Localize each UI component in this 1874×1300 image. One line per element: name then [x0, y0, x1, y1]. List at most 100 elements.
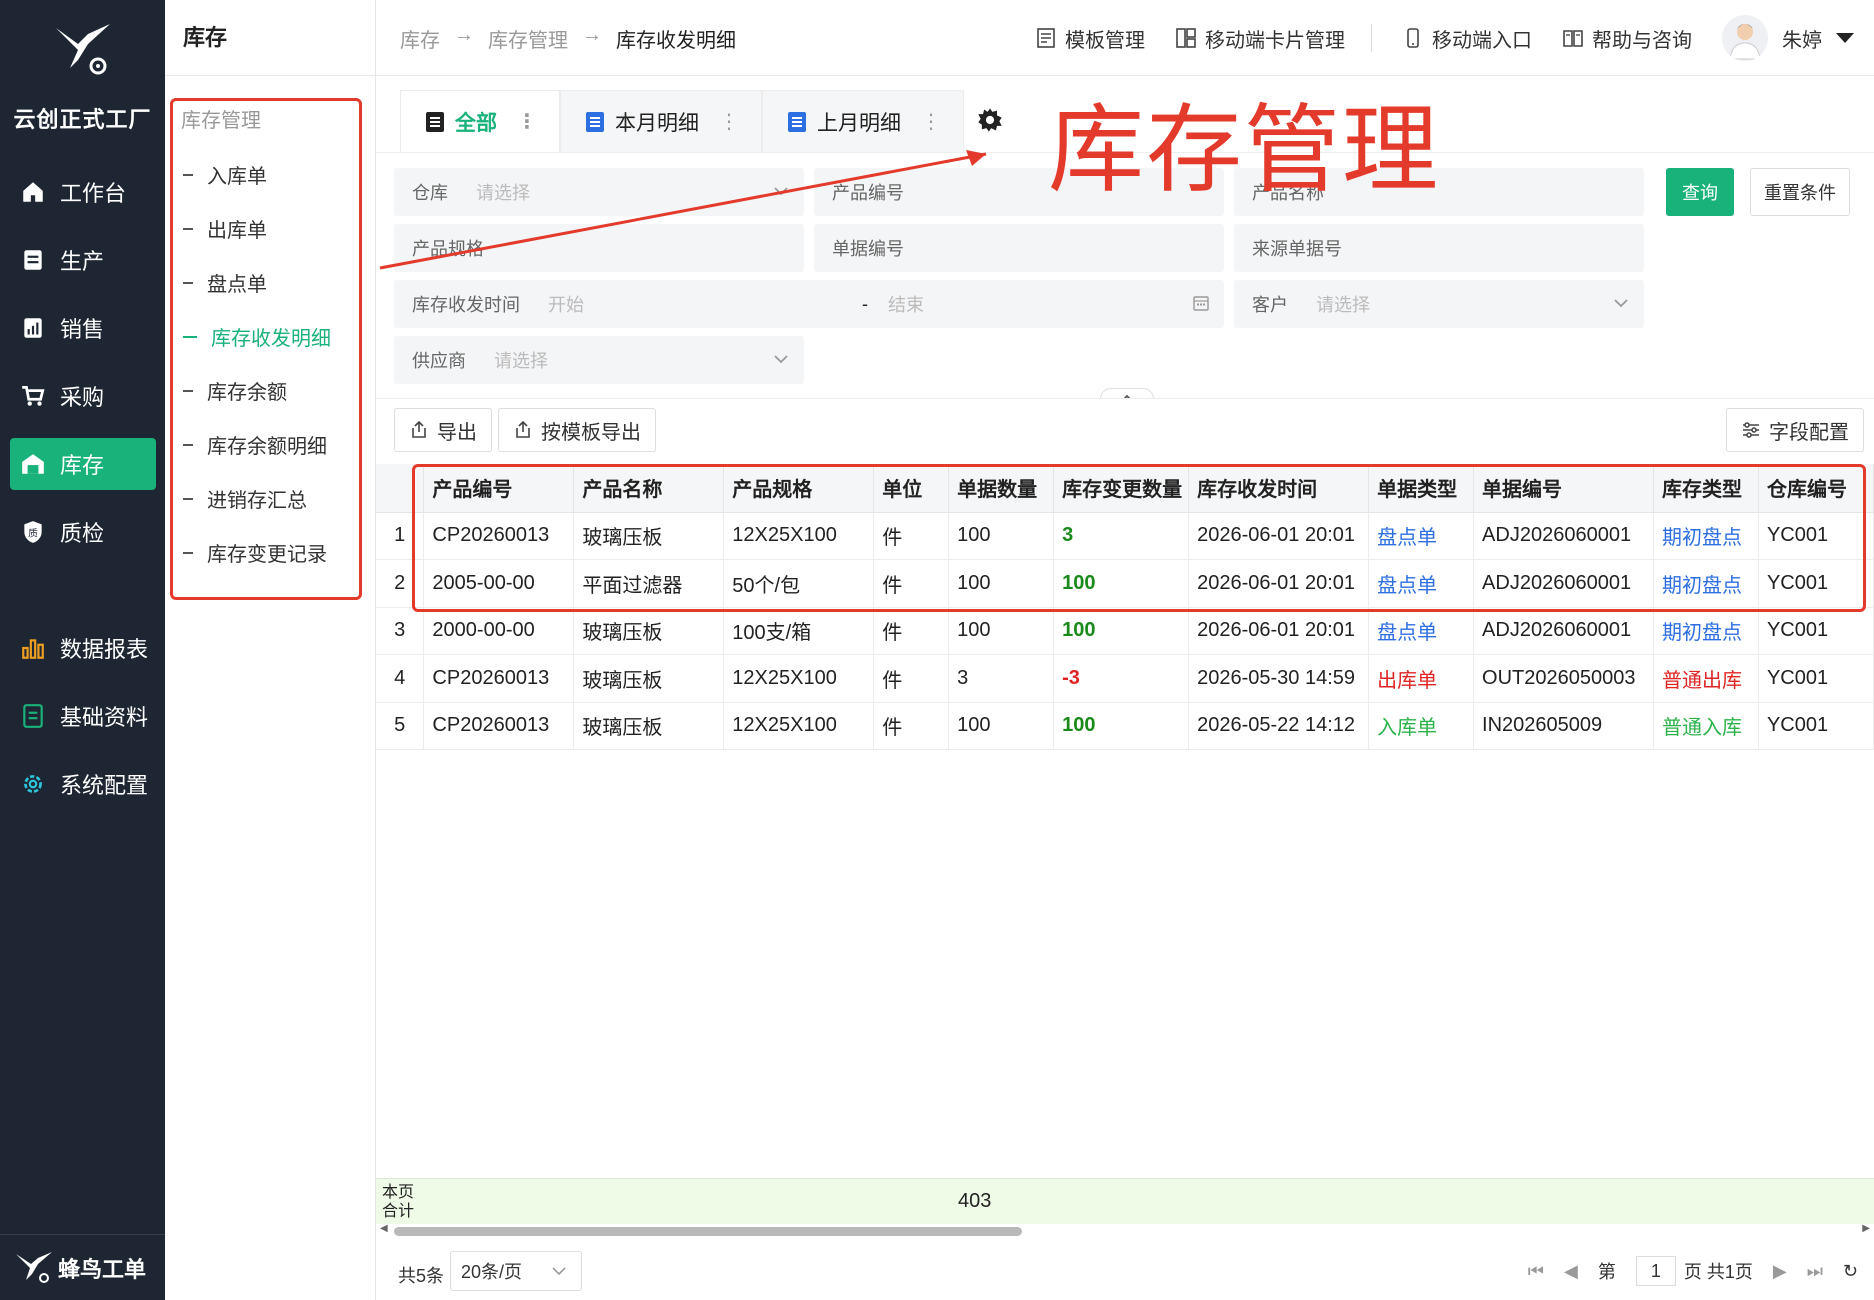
user-name[interactable]: 朱婷: [1782, 24, 1822, 53]
nav-label: 生产: [60, 249, 105, 274]
column-header[interactable]: 库存类型: [1653, 464, 1759, 513]
cell-doc-type-link[interactable]: 盘点单: [1368, 559, 1475, 608]
submenu-item-balance[interactable]: 库存余额: [183, 376, 287, 405]
cell-doc-type-link[interactable]: 盘点单: [1368, 512, 1475, 560]
cell-time: 2026-05-30 14:59: [1188, 654, 1370, 703]
row-index: 3: [376, 607, 425, 655]
submenu-item-inbound[interactable]: 入库单: [183, 160, 267, 189]
bullet-dash: [183, 335, 197, 338]
nav-item-purchase[interactable]: 采购: [10, 370, 156, 422]
cell-doc-type-link[interactable]: 盘点单: [1368, 607, 1475, 655]
caret-down-icon[interactable]: [1836, 33, 1854, 43]
breadcrumb-item[interactable]: 库存管理: [488, 24, 568, 53]
scroll-right-icon[interactable]: ▶: [1862, 1223, 1870, 1234]
tab-settings-gear-icon[interactable]: [976, 106, 1004, 134]
submenu-item-balance-detail[interactable]: 库存余额明细: [183, 430, 327, 459]
supplier-select[interactable]: 供应商 请选择: [394, 336, 804, 384]
cell-warehouse-code: YC001: [1758, 702, 1874, 750]
last-page-icon[interactable]: ⏭: [1807, 1261, 1823, 1282]
column-header[interactable]: 单据类型: [1368, 464, 1475, 513]
more-vertical-icon[interactable]: ⋮: [719, 109, 739, 134]
column-header[interactable]: 产品规格: [723, 464, 875, 513]
table-row[interactable]: 4 CP20260013 玻璃压板 12X25X100 件 3 -3 2026-…: [376, 654, 1874, 703]
breadcrumb-item[interactable]: 库存: [400, 24, 440, 53]
total-qty: 403: [958, 1190, 992, 1212]
range-end[interactable]: 结束: [888, 291, 924, 317]
cell-product-spec: 50个/包: [723, 559, 875, 608]
nav-item-workbench[interactable]: 工作台: [10, 166, 156, 218]
inventory-submenu: 库存 库存管理 入库单 出库单 盘点单 库存收发明细 库存余额 库存余额明细 进…: [165, 0, 376, 1300]
submenu-label: 出库单: [207, 220, 267, 242]
prev-page-icon[interactable]: ◀: [1564, 1261, 1578, 1282]
cell-unit: 件: [873, 512, 950, 560]
submenu-item-stocktake[interactable]: 盘点单: [183, 268, 267, 297]
cell-warehouse-code: YC001: [1758, 654, 1874, 703]
export-button[interactable]: 导出: [394, 408, 492, 452]
more-vertical-icon[interactable]: ⋮: [517, 109, 537, 134]
column-header[interactable]: 单位: [873, 464, 950, 513]
table-row[interactable]: 5 CP20260013 玻璃压板 12X25X100 件 100 100 20…: [376, 702, 1874, 750]
cell-change-qty: 3: [1053, 512, 1190, 560]
nav-item-production[interactable]: 生产: [10, 234, 156, 286]
mobile-card-manage-link[interactable]: 移动端卡片管理: [1175, 24, 1345, 53]
cell-time: 2026-06-01 20:01: [1188, 559, 1370, 608]
tab-label: 上月明细: [817, 111, 901, 135]
nav-label: 质检: [60, 521, 105, 546]
submenu-item-outbound[interactable]: 出库单: [183, 214, 267, 243]
nav-item-quality[interactable]: 质 质检: [10, 506, 156, 558]
submenu-label: 入库单: [207, 166, 267, 188]
column-header[interactable]: 单据数量: [948, 464, 1055, 513]
nav-item-system-config[interactable]: 系统配置: [10, 758, 156, 810]
submenu-item-change-log[interactable]: 库存变更记录: [183, 538, 327, 567]
cell-doc-type-link[interactable]: 入库单: [1368, 702, 1475, 750]
table-row[interactable]: 1 CP20260013 玻璃压板 12X25X100 件 100 3 2026…: [376, 512, 1874, 560]
column-header[interactable]: 单据编号: [1473, 464, 1654, 513]
column-header[interactable]: 库存变更数量: [1053, 464, 1190, 513]
customer-select[interactable]: 客户 请选择: [1234, 280, 1644, 328]
cell-product-name: 平面过滤器: [573, 559, 725, 608]
refresh-icon[interactable]: ↻: [1843, 1261, 1858, 1282]
table-row[interactable]: 3 2000-00-00 玻璃压板 100支/箱 件 100 100 2026-…: [376, 607, 1874, 655]
column-header[interactable]: 库存收发时间: [1188, 464, 1370, 513]
scrollbar-thumb[interactable]: [394, 1227, 1022, 1236]
nav-item-reports[interactable]: 数据报表: [10, 622, 156, 674]
chevron-down-icon: [1614, 299, 1628, 308]
nav-item-basic-data[interactable]: 基础资料: [10, 690, 156, 742]
next-page-icon[interactable]: ▶: [1773, 1261, 1787, 1282]
table-row[interactable]: 2 2005-00-00 平面过滤器 50个/包 件 100 100 2026-…: [376, 559, 1874, 608]
range-start[interactable]: 开始: [548, 291, 584, 317]
first-page-icon[interactable]: ⏮: [1528, 1261, 1544, 1282]
chevron-down-icon: [552, 1267, 566, 1276]
source-doc-no-field[interactable]: 来源单据号: [1234, 224, 1644, 272]
column-header[interactable]: 产品名称: [573, 464, 725, 513]
avatar[interactable]: [1722, 15, 1768, 61]
product-footer[interactable]: 蜂鸟工单: [0, 1234, 165, 1300]
total-label-line: 本页: [382, 1184, 415, 1201]
nav-item-inventory[interactable]: 库存: [10, 438, 156, 490]
horizontal-scrollbar[interactable]: ◀ ▶: [376, 1223, 1874, 1238]
template-manage-link[interactable]: 模板管理: [1035, 24, 1145, 53]
submenu-item-summary[interactable]: 进销存汇总: [183, 484, 307, 513]
help-link[interactable]: 帮助与咨询: [1562, 24, 1692, 53]
template-export-button[interactable]: 按模板导出: [498, 408, 656, 452]
query-button[interactable]: 查询: [1666, 168, 1734, 216]
column-header[interactable]: 仓库编号: [1758, 464, 1874, 513]
submenu-item-transaction-detail[interactable]: 库存收发明细: [183, 322, 331, 351]
cell-doc-no: ADJ2026060001: [1473, 512, 1654, 560]
mobile-entry-link[interactable]: 移动端入口: [1402, 24, 1532, 53]
nav-label: 销售: [60, 317, 105, 342]
page-input[interactable]: 1: [1635, 1256, 1676, 1286]
brand-name: 云创正式工厂: [13, 107, 152, 132]
submenu-group-label: 库存管理: [181, 110, 261, 132]
page-size-select[interactable]: 20条/页: [450, 1251, 582, 1291]
cell-doc-no: IN202605009: [1473, 702, 1654, 750]
reset-button[interactable]: 重置条件: [1750, 168, 1850, 216]
field-config-button[interactable]: 字段配置: [1726, 408, 1864, 452]
scroll-left-icon[interactable]: ◀: [380, 1223, 388, 1234]
cell-product-code: 2000-00-00: [423, 607, 575, 655]
column-header[interactable]: 产品编号: [423, 464, 575, 513]
nav-item-sales[interactable]: 销售: [10, 302, 156, 354]
more-vertical-icon[interactable]: ⋮: [921, 109, 941, 134]
time-range-picker[interactable]: 库存收发时间 开始 - 结束: [394, 280, 1224, 328]
cell-doc-type-link[interactable]: 出库单: [1368, 654, 1475, 703]
